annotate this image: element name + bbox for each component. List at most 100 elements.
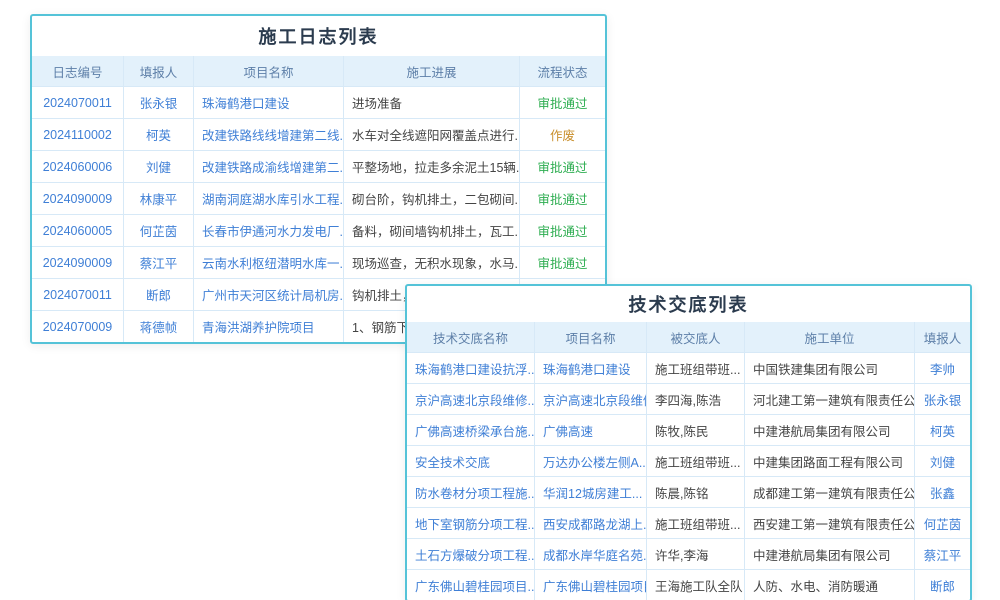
disclosed-person-text: 施工班组带班... — [647, 353, 745, 383]
table-row: 土石方爆破分项工程...成都水岸华庭名苑...许华,李海中建港航局集团有限公司蔡… — [407, 539, 970, 570]
table-row: 珠海鹤港口建设抗浮...珠海鹤港口建设施工班组带班...中国铁建集团有限公司李帅 — [407, 353, 970, 384]
project-name-link[interactable]: 广佛高速 — [535, 415, 647, 445]
construction-unit-text: 西安建工第一建筑有限责任公司 — [745, 508, 915, 538]
column-header-status: 流程状态 — [520, 56, 605, 86]
project-name-link[interactable]: 万达办公楼左侧A... — [535, 446, 647, 476]
progress-text: 备料，砌间墙钩机排土，瓦工... — [344, 215, 520, 246]
progress-text: 水车对全线遮阳网覆盖点进行... — [344, 119, 520, 150]
column-header-unit: 施工单位 — [745, 322, 915, 352]
log-id-link[interactable]: 2024090009 — [32, 183, 124, 214]
progress-text: 现场巡查，无积水现象，水马... — [344, 247, 520, 278]
project-name-link[interactable]: 改建铁路线线增建第二线... — [194, 119, 344, 150]
reporter-link[interactable]: 断郎 — [124, 279, 194, 310]
disclosed-person-text: 陈晨,陈铭 — [647, 477, 745, 507]
table-row: 防水卷材分项工程施...华润12城房建工...陈晨,陈铭成都建工第一建筑有限责任… — [407, 477, 970, 508]
project-name-link[interactable]: 珠海鹤港口建设 — [535, 353, 647, 383]
reporter-link[interactable]: 柯英 — [124, 119, 194, 150]
tech-disclosure-header-row: 技术交底名称项目名称被交底人施工单位填报人 — [407, 322, 970, 353]
construction-unit-text: 河北建工第一建筑有限责任公司 — [745, 384, 915, 414]
reporter-link[interactable]: 刘健 — [124, 151, 194, 182]
tech-disclosure-body: 珠海鹤港口建设抗浮...珠海鹤港口建设施工班组带班...中国铁建集团有限公司李帅… — [407, 353, 970, 600]
desktop-canvas: 施工日志列表 日志编号填报人项目名称施工进展流程状态 2024070011张永银… — [0, 0, 1000, 600]
reporter-link[interactable]: 何芷茵 — [915, 508, 970, 538]
reporter-link[interactable]: 何芷茵 — [124, 215, 194, 246]
reporter-link[interactable]: 刘健 — [915, 446, 970, 476]
disclosed-person-text: 王海施工队全队 — [647, 570, 745, 600]
progress-text: 进场准备 — [344, 87, 520, 118]
column-header-progress: 施工进展 — [344, 56, 520, 86]
log-id-link[interactable]: 2024060006 — [32, 151, 124, 182]
reporter-link[interactable]: 柯英 — [915, 415, 970, 445]
reporter-link[interactable]: 张永银 — [915, 384, 970, 414]
disclosure-name-link[interactable]: 广东佛山碧桂园项目... — [407, 570, 535, 600]
project-name-link[interactable]: 成都水岸华庭名苑... — [535, 539, 647, 569]
log-id-link[interactable]: 2024110002 — [32, 119, 124, 150]
tech-disclosure-panel: 技术交底列表 技术交底名称项目名称被交底人施工单位填报人 珠海鹤港口建设抗浮..… — [405, 284, 972, 600]
project-name-link[interactable]: 广州市天河区统计局机房... — [194, 279, 344, 310]
reporter-link[interactable]: 张鑫 — [915, 477, 970, 507]
disclosure-name-link[interactable]: 珠海鹤港口建设抗浮... — [407, 353, 535, 383]
disclosure-name-link[interactable]: 安全技术交底 — [407, 446, 535, 476]
disclosed-person-text: 施工班组带班... — [647, 446, 745, 476]
reporter-link[interactable]: 蒋德帧 — [124, 311, 194, 342]
construction-unit-text: 中建港航局集团有限公司 — [745, 415, 915, 445]
table-row: 地下室钢筋分项工程...西安成都路龙湖上...施工班组带班...西安建工第一建筑… — [407, 508, 970, 539]
table-row: 2024090009蔡江平云南水利枢纽潜明水库一...现场巡查，无积水现象，水马… — [32, 247, 605, 279]
project-name-link[interactable]: 湖南洞庭湖水库引水工程... — [194, 183, 344, 214]
disclosure-name-link[interactable]: 广佛高速桥梁承台施... — [407, 415, 535, 445]
project-name-link[interactable]: 长春市伊通河水力发电厂... — [194, 215, 344, 246]
table-row: 广佛高速桥梁承台施...广佛高速陈牧,陈民中建港航局集团有限公司柯英 — [407, 415, 970, 446]
table-row: 广东佛山碧桂园项目...广东佛山碧桂园项目王海施工队全队人防、水电、消防暖通断郎 — [407, 570, 970, 600]
table-row: 2024090009林康平湖南洞庭湖水库引水工程...砌台阶，钩机排土，二包砌间… — [32, 183, 605, 215]
log-id-link[interactable]: 2024090009 — [32, 247, 124, 278]
status-badge: 作废 — [520, 119, 605, 150]
column-header-person: 被交底人 — [647, 322, 745, 352]
reporter-link[interactable]: 张永银 — [124, 87, 194, 118]
log-id-link[interactable]: 2024070009 — [32, 311, 124, 342]
project-name-link[interactable]: 珠海鹤港口建设 — [194, 87, 344, 118]
project-name-link[interactable]: 华润12城房建工... — [535, 477, 647, 507]
log-id-link[interactable]: 2024060005 — [32, 215, 124, 246]
column-header-project: 项目名称 — [194, 56, 344, 86]
reporter-link[interactable]: 蔡江平 — [915, 539, 970, 569]
disclosed-person-text: 许华,李海 — [647, 539, 745, 569]
status-badge: 审批通过 — [520, 87, 605, 118]
construction-unit-text: 成都建工第一建筑有限责任公司 — [745, 477, 915, 507]
status-badge: 审批通过 — [520, 151, 605, 182]
disclosure-name-link[interactable]: 京沪高速北京段维修... — [407, 384, 535, 414]
reporter-link[interactable]: 蔡江平 — [124, 247, 194, 278]
disclosure-name-link[interactable]: 土石方爆破分项工程... — [407, 539, 535, 569]
project-name-link[interactable]: 广东佛山碧桂园项目 — [535, 570, 647, 600]
table-row: 2024110002柯英改建铁路线线增建第二线...水车对全线遮阳网覆盖点进行.… — [32, 119, 605, 151]
column-header-project: 项目名称 — [535, 322, 647, 352]
status-badge: 审批通过 — [520, 183, 605, 214]
reporter-link[interactable]: 李帅 — [915, 353, 970, 383]
table-row: 2024060006刘健改建铁路成渝线增建第二...平整场地，拉走多余泥土15辆… — [32, 151, 605, 183]
status-badge: 审批通过 — [520, 247, 605, 278]
disclosure-name-link[interactable]: 地下室钢筋分项工程... — [407, 508, 535, 538]
construction-unit-text: 中建集团路面工程有限公司 — [745, 446, 915, 476]
project-name-link[interactable]: 改建铁路成渝线增建第二... — [194, 151, 344, 182]
log-id-link[interactable]: 2024070011 — [32, 279, 124, 310]
construction-log-header-row: 日志编号填报人项目名称施工进展流程状态 — [32, 56, 605, 87]
column-header-reporter: 填报人 — [915, 322, 970, 352]
log-id-link[interactable]: 2024070011 — [32, 87, 124, 118]
reporter-link[interactable]: 林康平 — [124, 183, 194, 214]
table-row: 2024060005何芷茵长春市伊通河水力发电厂...备料，砌间墙钩机排土，瓦工… — [32, 215, 605, 247]
tech-disclosure-title: 技术交底列表 — [407, 286, 970, 322]
project-name-link[interactable]: 京沪高速北京段维修 — [535, 384, 647, 414]
progress-text: 砌台阶，钩机排土，二包砌间... — [344, 183, 520, 214]
construction-unit-text: 中国铁建集团有限公司 — [745, 353, 915, 383]
project-name-link[interactable]: 青海洪湖养护院项目 — [194, 311, 344, 342]
column-header-reporter: 填报人 — [124, 56, 194, 86]
disclosed-person-text: 陈牧,陈民 — [647, 415, 745, 445]
construction-log-title: 施工日志列表 — [32, 16, 605, 56]
disclosed-person-text: 施工班组带班... — [647, 508, 745, 538]
reporter-link[interactable]: 断郎 — [915, 570, 970, 600]
project-name-link[interactable]: 西安成都路龙湖上... — [535, 508, 647, 538]
status-badge: 审批通过 — [520, 215, 605, 246]
disclosure-name-link[interactable]: 防水卷材分项工程施... — [407, 477, 535, 507]
column-header-name: 技术交底名称 — [407, 322, 535, 352]
column-header-id: 日志编号 — [32, 56, 124, 86]
project-name-link[interactable]: 云南水利枢纽潜明水库一... — [194, 247, 344, 278]
